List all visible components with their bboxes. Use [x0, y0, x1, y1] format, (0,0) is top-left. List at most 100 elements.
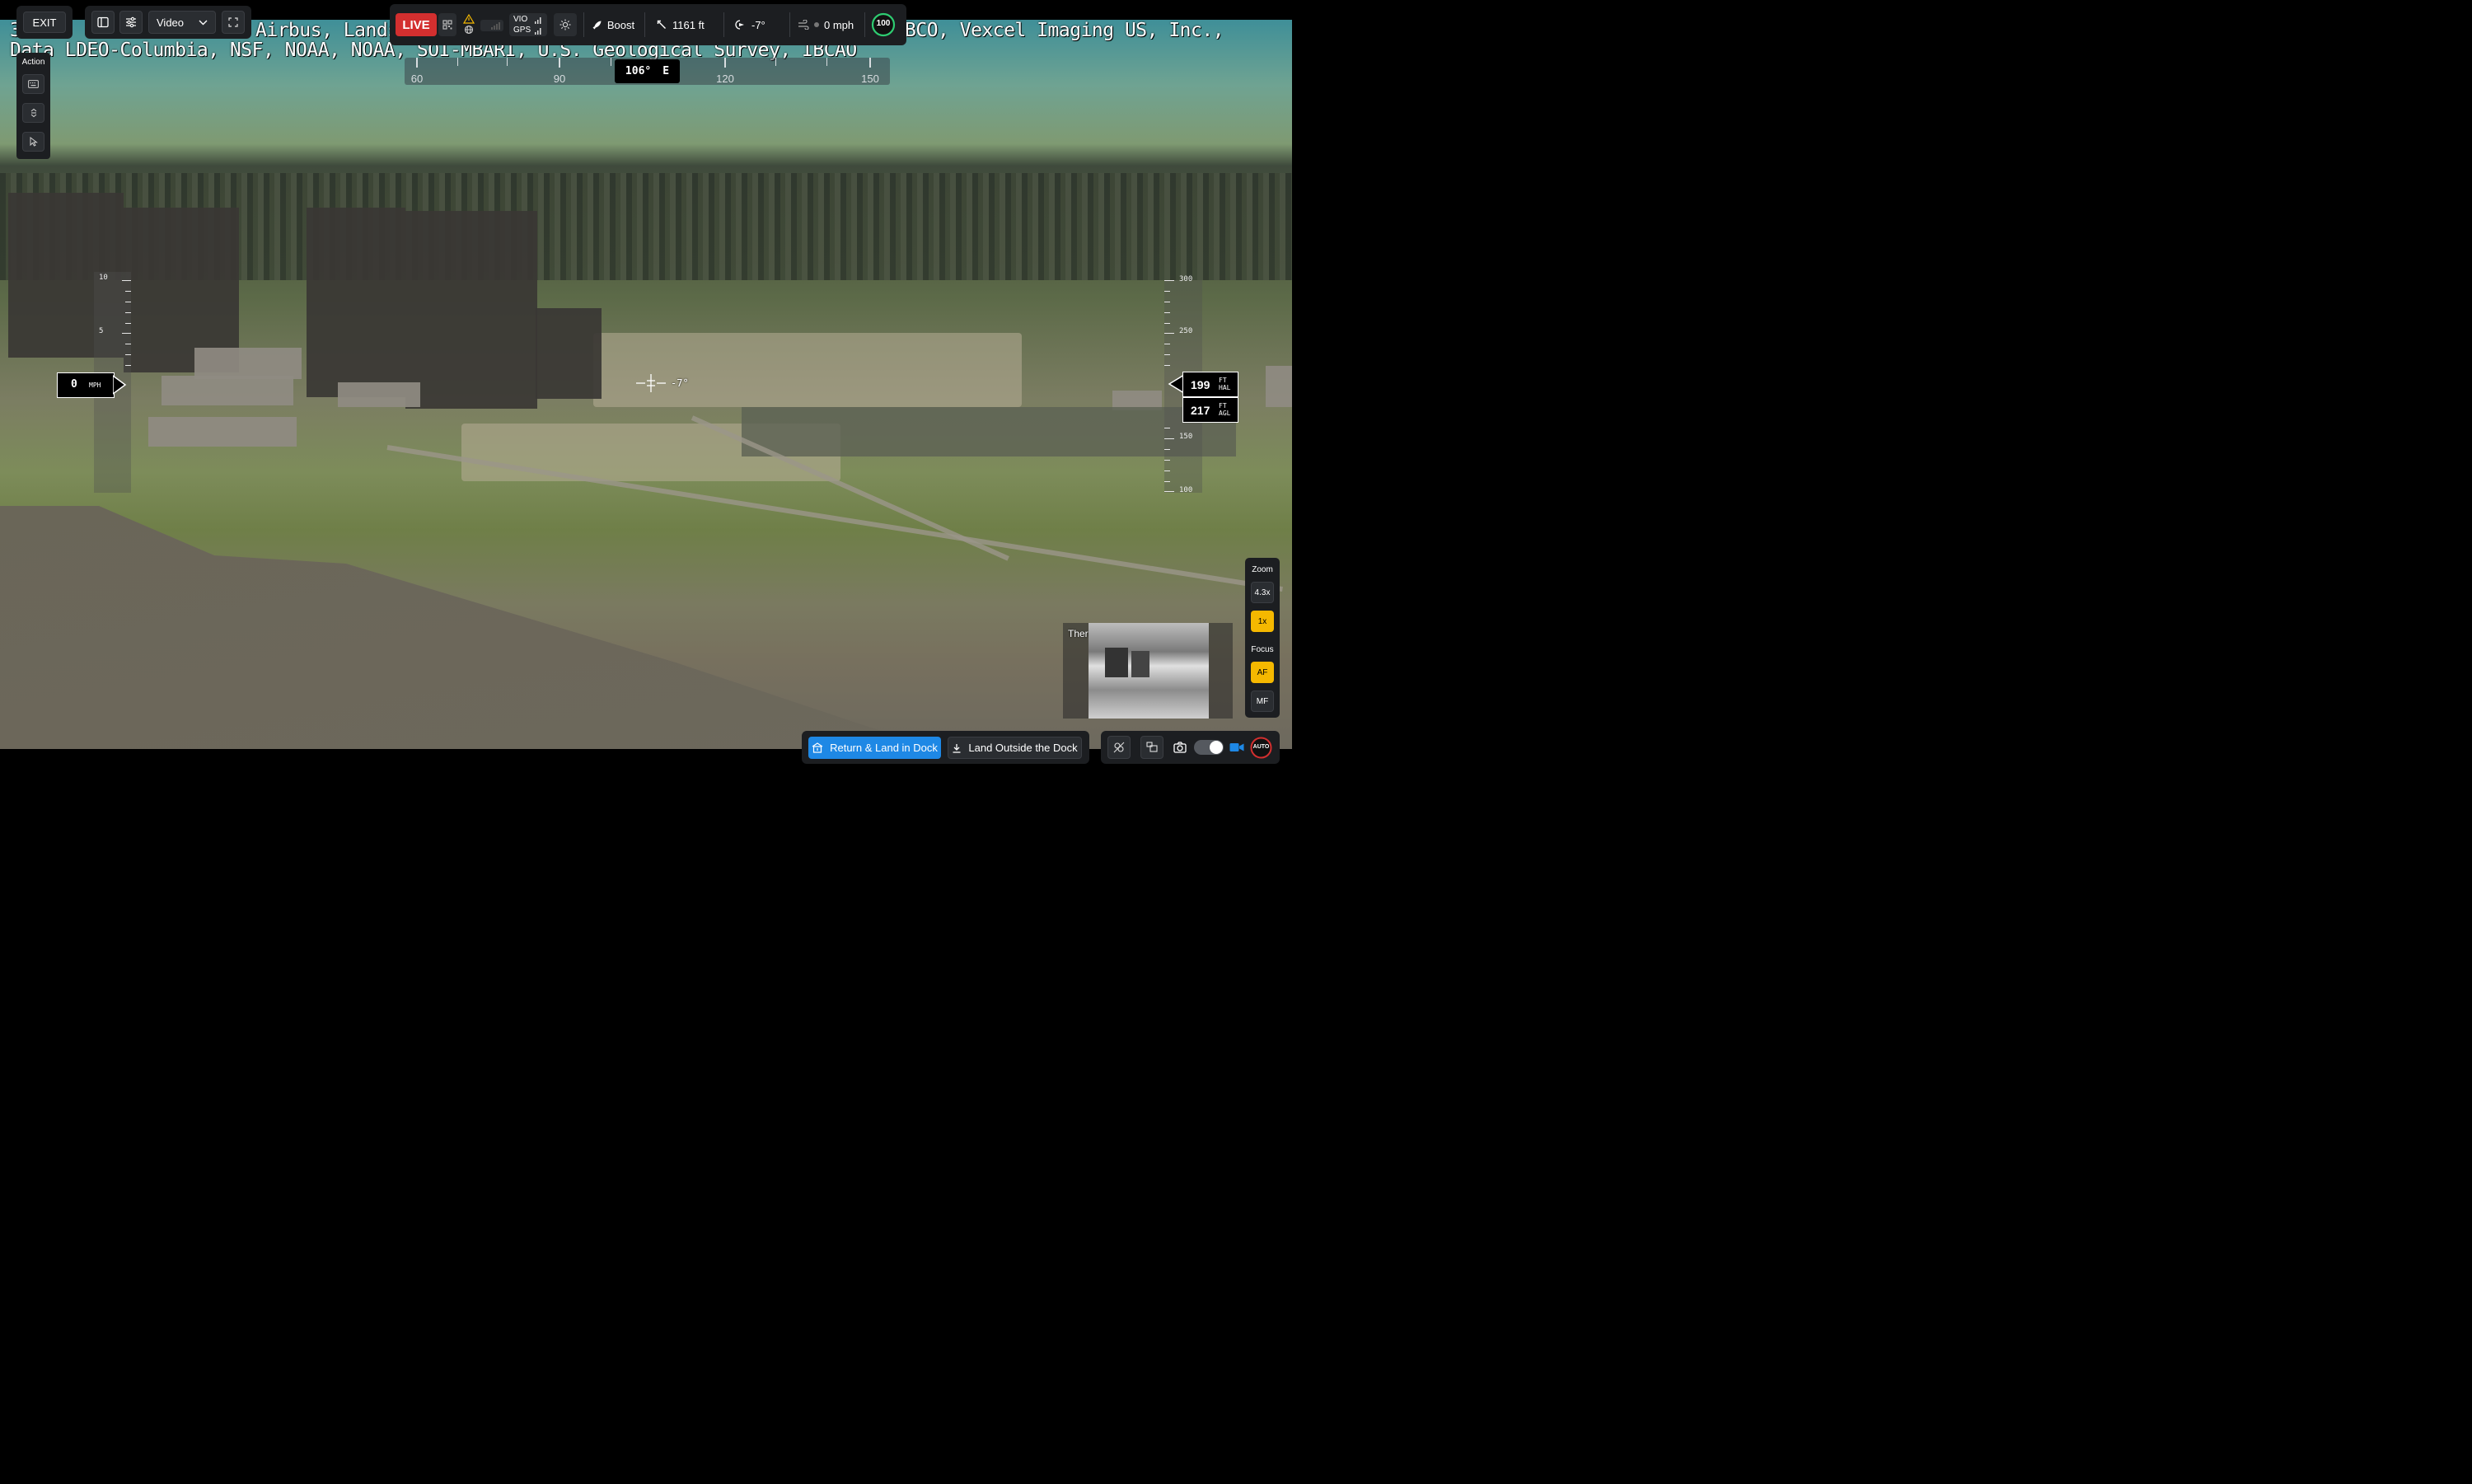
boost-button[interactable]: Boost	[588, 13, 639, 36]
zoom-4-3x-button[interactable]: 4.3x	[1251, 582, 1274, 603]
light-button[interactable]	[554, 13, 577, 36]
autofocus-button[interactable]: AF	[1251, 662, 1274, 683]
altitude-scale-label: 150	[1179, 433, 1193, 441]
center-gimbal-button[interactable]	[22, 103, 44, 123]
fullscreen-button[interactable]	[222, 11, 245, 34]
distance-arrow-icon	[657, 20, 666, 29]
gps-signal-icon	[535, 28, 541, 35]
compass-tick	[507, 58, 508, 66]
positioning-status: VIO GPS	[509, 13, 547, 36]
gimbal-pitch-icon	[735, 20, 744, 30]
altitude-scale-label: 250	[1179, 327, 1193, 335]
photo-capture-button[interactable]	[1170, 737, 1190, 757]
exit-panel: EXIT	[16, 6, 73, 39]
battery-indicator[interactable]: 100	[871, 12, 896, 37]
hal-value: 199	[1191, 378, 1210, 391]
live-badge[interactable]: LIVE	[396, 13, 437, 36]
pointer-button[interactable]	[22, 132, 44, 152]
warehouse	[162, 376, 293, 405]
agl-readout: 217 FT AGL	[1182, 397, 1238, 423]
speed-scale-label: 10	[99, 274, 108, 282]
switch-camera-button[interactable]	[1107, 736, 1131, 759]
wind-status-dot	[814, 22, 819, 27]
recenter-icon	[30, 108, 36, 118]
attribution-line1-right: BCO, Vexcel Imaging US, Inc.,	[905, 20, 1224, 41]
altitude-tick	[1164, 365, 1170, 366]
return-land-dock-label: Return & Land in Dock	[830, 742, 938, 754]
land-outside-dock-button[interactable]: Land Outside the Dock	[948, 737, 1082, 759]
zoom-1x-button[interactable]: 1x	[1251, 611, 1274, 632]
altitude-tick	[1164, 481, 1170, 482]
speed-readout: 0 MPH	[57, 372, 115, 398]
status-bar: LIVE VIO GPS Boost 1161 ft -7° 0 mph 100	[390, 4, 906, 45]
camera-icon	[1173, 742, 1187, 753]
zoom-focus-panel: Zoom 4.3x 1x Focus AF MF	[1245, 558, 1280, 718]
video-camera-icon	[1229, 743, 1244, 751]
altitude-tick	[1164, 280, 1174, 281]
altitude-tick	[1164, 333, 1174, 334]
yard-area	[593, 333, 1022, 407]
speed-tick	[125, 354, 131, 355]
video-mode-select[interactable]: Video	[148, 11, 216, 34]
altitude-tick	[1164, 470, 1170, 471]
crosshair-icon	[636, 374, 666, 392]
speed-tick	[125, 291, 131, 292]
plant-structure	[405, 211, 537, 409]
plant-structure	[536, 308, 602, 399]
sidebar-toggle-button[interactable]	[91, 11, 115, 34]
sun-icon	[559, 19, 571, 30]
camera-controls: AUTO	[1101, 731, 1280, 764]
settings-button[interactable]	[119, 11, 143, 34]
speed-tick	[122, 333, 131, 334]
video-record-mode-button[interactable]	[1227, 737, 1247, 757]
auto-exposure-button[interactable]: AUTO	[1250, 737, 1272, 759]
toggle-knob	[1210, 741, 1223, 754]
altitude-tick	[1164, 312, 1170, 313]
thermal-pip[interactable]: Thermal	[1063, 623, 1233, 719]
layers-icon	[1146, 742, 1158, 752]
compass-label: 90	[553, 73, 566, 85]
return-land-dock-button[interactable]: Return & Land in Dock	[808, 737, 941, 759]
signal-bars-icon	[491, 22, 500, 30]
divider	[864, 12, 865, 37]
warning-icon	[463, 13, 475, 35]
camera-switch-icon	[1113, 742, 1125, 753]
agl-unit-top: FT	[1219, 402, 1227, 410]
speed-scale-label: 5	[99, 327, 104, 335]
zoom-title: Zoom	[1252, 565, 1273, 574]
download-land-icon	[953, 743, 961, 753]
sliders-icon	[126, 16, 136, 28]
qr-code-icon	[442, 20, 452, 30]
vio-label: VIO	[513, 15, 528, 24]
manual-focus-button[interactable]: MF	[1251, 691, 1274, 712]
exit-button[interactable]: EXIT	[23, 12, 66, 33]
compass-tick	[869, 58, 871, 68]
photo-video-toggle[interactable]	[1194, 740, 1224, 755]
battery-value: 100	[876, 19, 891, 28]
qr-button[interactable]	[438, 13, 456, 36]
altitude-tick	[1164, 491, 1174, 492]
altitude-tick	[1164, 291, 1170, 292]
altitude-tick	[1164, 323, 1170, 324]
thermal-structure	[1131, 651, 1149, 677]
focus-title: Focus	[1251, 645, 1274, 654]
speed-pointer-icon	[113, 375, 127, 395]
speed-unit: MPH	[89, 382, 101, 389]
action-panel: Action	[16, 53, 50, 159]
boost-label: Boost	[606, 18, 635, 31]
wind-readout: 0 mph	[798, 13, 854, 36]
warning-status	[463, 13, 475, 36]
compass-tick	[775, 58, 776, 66]
keyboard-icon	[28, 80, 39, 88]
layout-button[interactable]	[1140, 736, 1163, 759]
action-panel-title: Action	[21, 58, 45, 67]
wind-icon	[798, 20, 809, 30]
dock-icon	[812, 742, 823, 753]
hal-readout: 199 FT HAL	[1182, 372, 1238, 397]
agl-value: 217	[1191, 404, 1210, 417]
compass-tick	[457, 58, 458, 66]
wind-value: 0 mph	[824, 18, 854, 31]
auto-label: AUTO	[1252, 744, 1270, 750]
warehouse	[1266, 366, 1292, 407]
keyboard-button[interactable]	[22, 74, 44, 94]
